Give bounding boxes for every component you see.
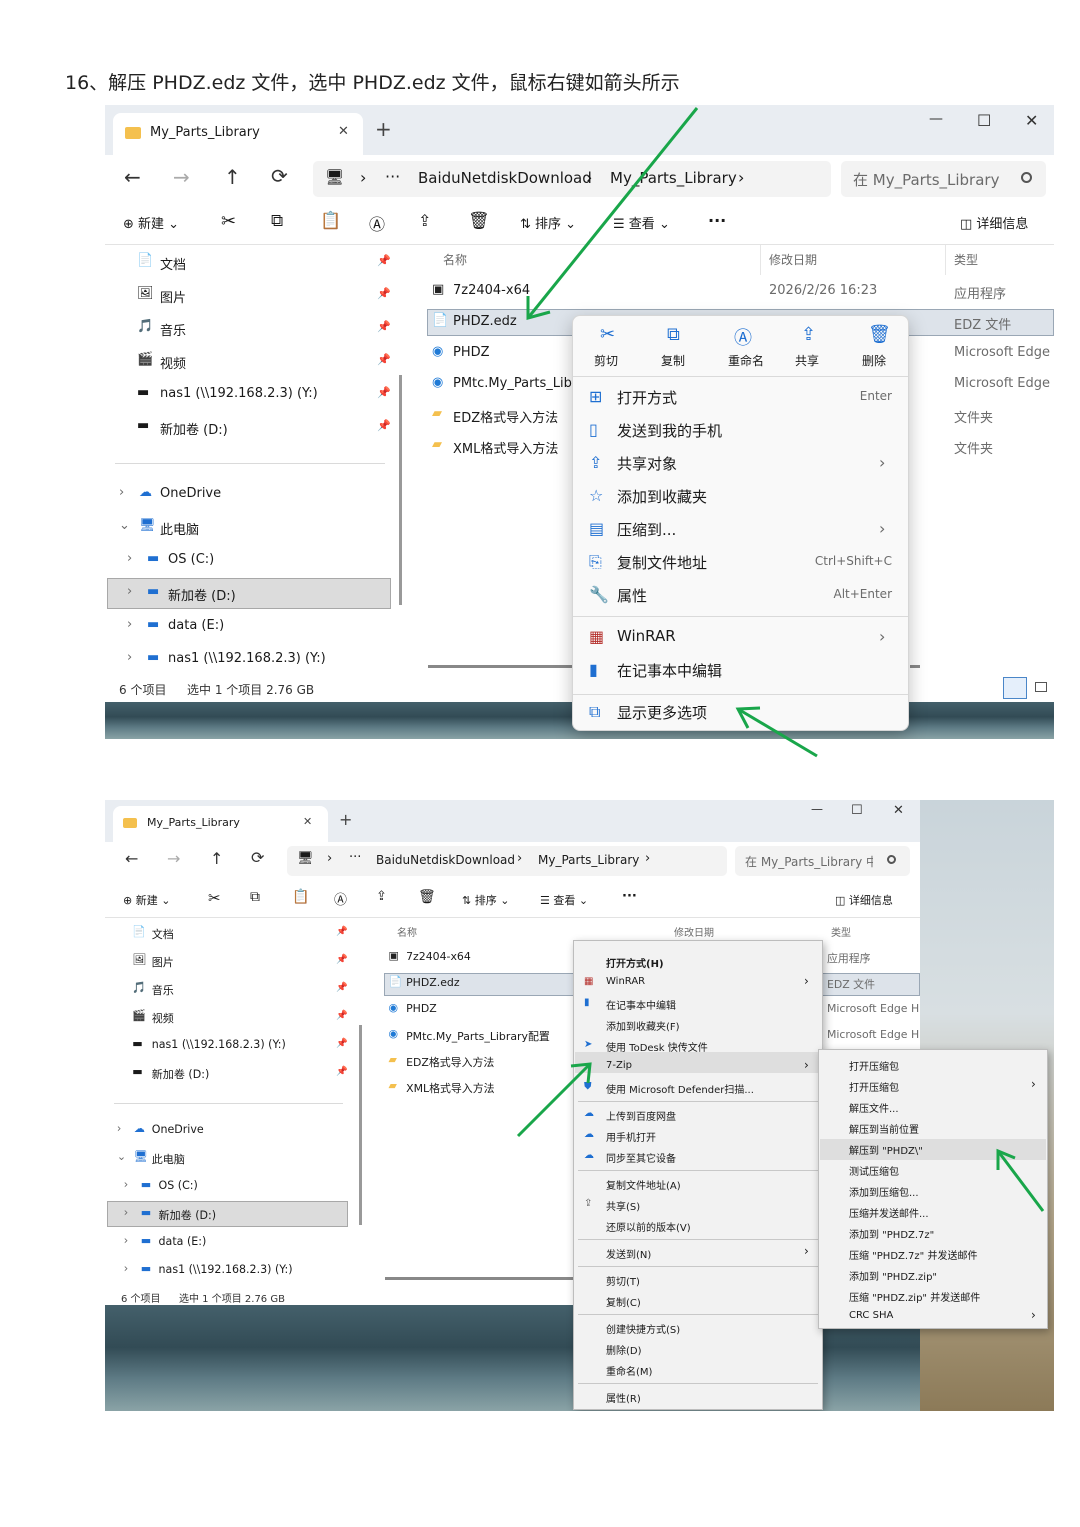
pointer-arrows-2 (516, 1062, 1045, 1212)
arrow-to-extract-to-folder (996, 1150, 1045, 1212)
arrow-to-7zip (516, 1062, 592, 1138)
